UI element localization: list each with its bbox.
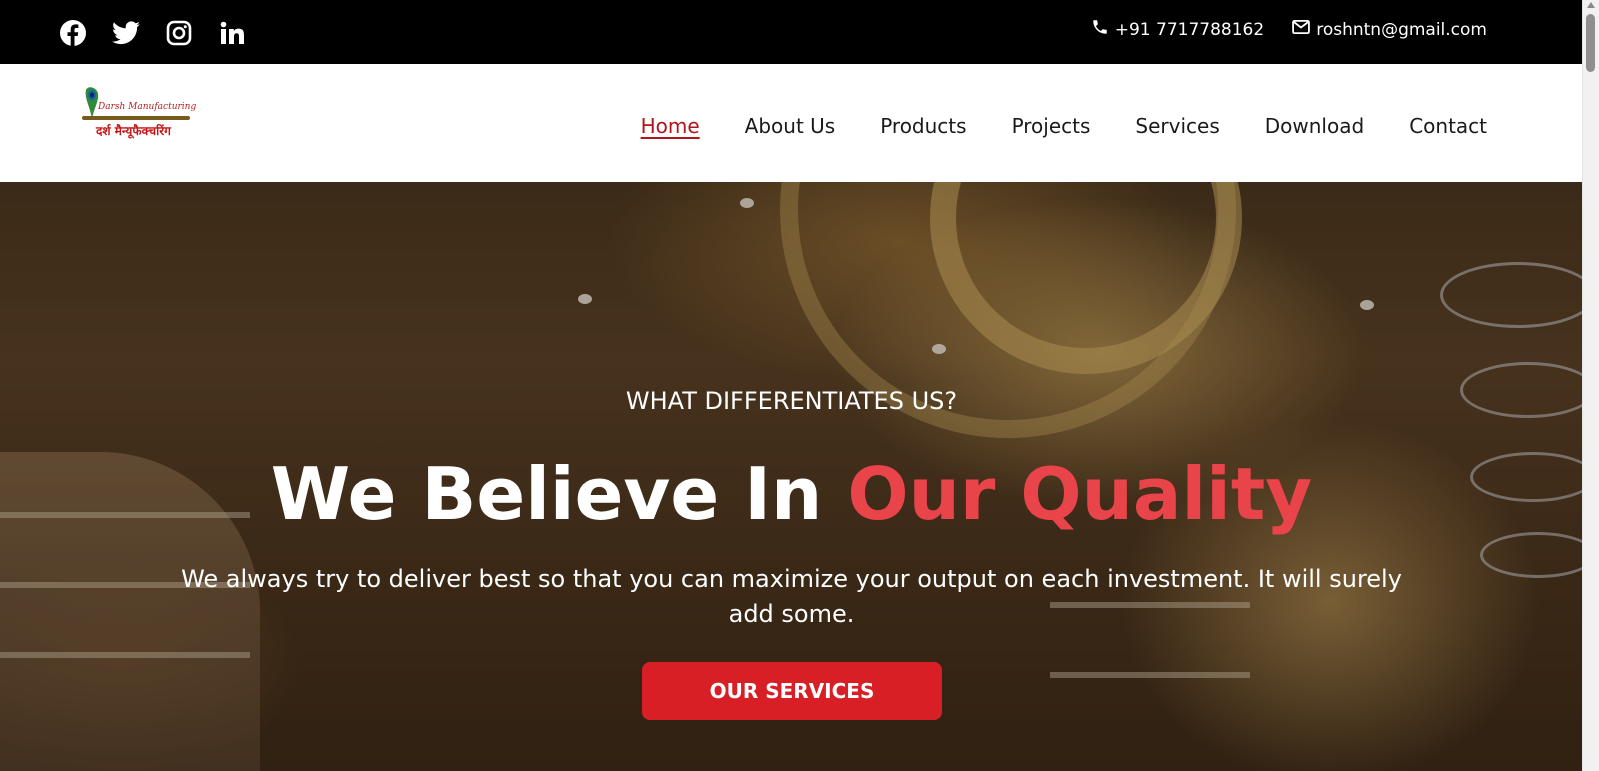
phone-number[interactable]: +91 7717788162: [1115, 20, 1264, 40]
scroll-up-arrow-icon[interactable]: [1587, 2, 1595, 8]
nav-contact[interactable]: Contact: [1409, 114, 1487, 138]
envelope-icon: [1292, 19, 1311, 40]
instagram-icon[interactable]: [164, 18, 194, 48]
facebook-icon[interactable]: [58, 18, 88, 48]
page-scrollbar[interactable]: [1582, 0, 1599, 771]
flute-graphic: [82, 116, 190, 120]
company-logo[interactable]: Darsh Manufacturing दर्श मैन्यूफैक्चरिंग: [78, 86, 197, 152]
nav-download[interactable]: Download: [1265, 114, 1364, 138]
nav-projects[interactable]: Projects: [1012, 114, 1091, 138]
hero-headline: We Believe In Our Quality: [0, 452, 1583, 536]
scrollbar-thumb[interactable]: [1586, 14, 1595, 72]
hero-headline-text: We Believe In: [270, 452, 848, 536]
our-services-button[interactable]: OUR SERVICES: [642, 662, 942, 720]
nav-products[interactable]: Products: [880, 114, 966, 138]
linkedin-icon[interactable]: [217, 18, 247, 48]
hero-subtext: We always try to deliver best so that yo…: [181, 565, 1402, 628]
contact-info: +91 7717788162 roshntn@gmail.com: [1091, 18, 1487, 41]
hero-headline-highlight: Our Quality: [847, 452, 1313, 536]
nav-services[interactable]: Services: [1135, 114, 1219, 138]
phone-icon: [1091, 18, 1109, 41]
social-links: [58, 18, 247, 48]
nav-about-us[interactable]: About Us: [745, 114, 836, 138]
phone-contact[interactable]: +91 7717788162: [1091, 18, 1264, 41]
hero-section: WHAT DIFFERENTIATES US? We Believe In Ou…: [0, 182, 1583, 771]
top-bar: +91 7717788162 roshntn@gmail.com: [0, 0, 1583, 64]
logo-english-text: Darsh Manufacturing: [98, 102, 197, 112]
main-nav: Home About Us Products Projects Services…: [641, 114, 1487, 138]
email-address[interactable]: roshntn@gmail.com: [1316, 20, 1487, 40]
site-header: Darsh Manufacturing दर्श मैन्यूफैक्चरिंग…: [0, 64, 1583, 182]
twitter-icon[interactable]: [111, 18, 141, 48]
email-contact[interactable]: roshntn@gmail.com: [1292, 19, 1487, 40]
nav-home[interactable]: Home: [641, 114, 700, 138]
logo-hindi-text: दर्श मैन्यूफैक्चरिंग: [96, 124, 171, 138]
hero-eyebrow: WHAT DIFFERENTIATES US?: [625, 387, 958, 415]
